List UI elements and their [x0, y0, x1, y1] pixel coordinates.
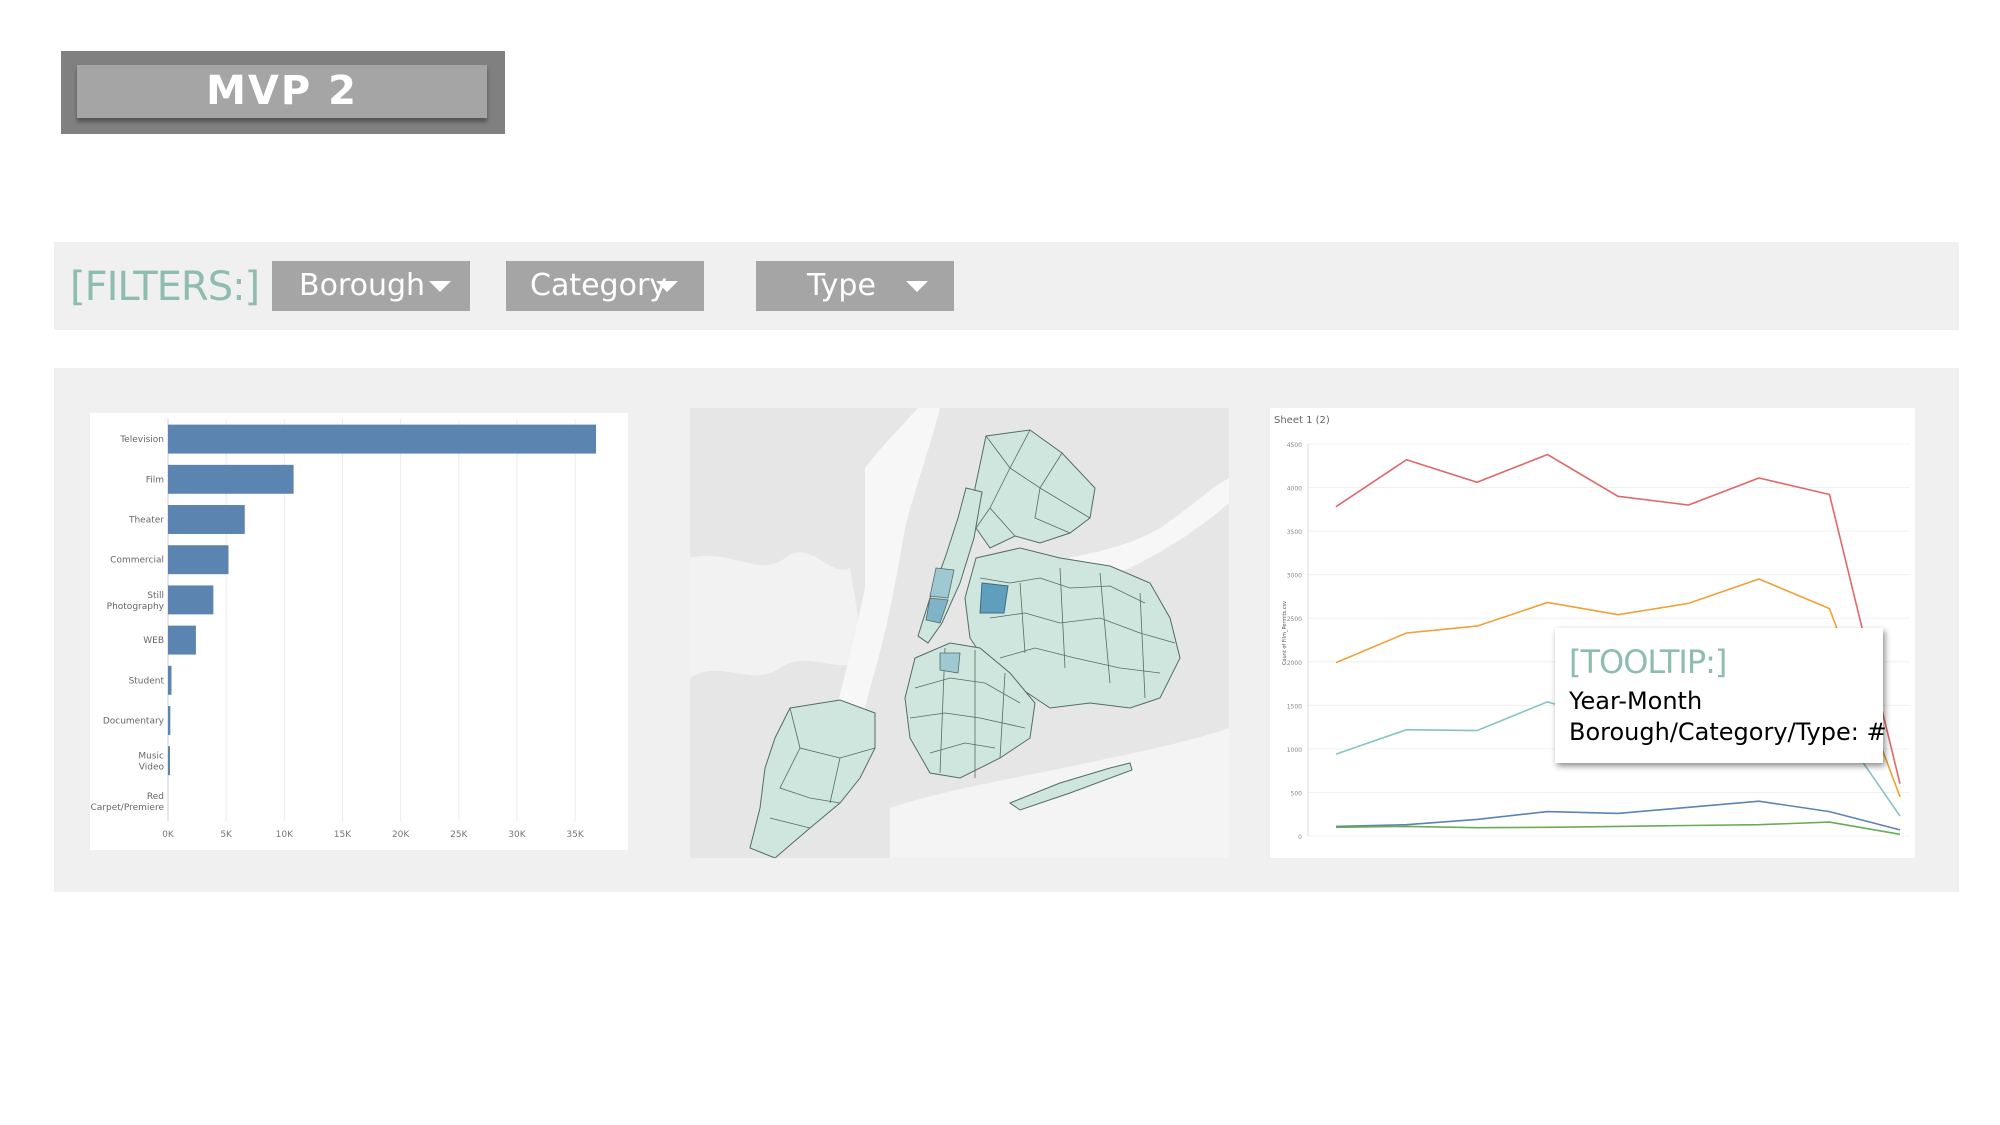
nyc-map — [690, 408, 1229, 859]
chevron-down-icon — [429, 281, 451, 292]
bar-x-tick-label: 5K — [220, 830, 233, 840]
bar-television — [168, 424, 597, 454]
line-y-tick-label: 1500 — [1287, 703, 1302, 710]
type-dropdown[interactable]: Type — [756, 261, 954, 311]
category-dropdown[interactable]: Category — [506, 261, 704, 311]
bar-category-label: Theater — [128, 516, 164, 526]
line-y-tick-label: 4000 — [1287, 486, 1302, 493]
bar-category-label: Film — [146, 475, 164, 485]
bar-film — [168, 464, 294, 494]
chevron-down-icon — [906, 281, 928, 292]
line-y-tick-label: 2000 — [1287, 660, 1302, 667]
bar-x-tick-label: 30K — [508, 830, 526, 840]
type-dropdown-label: Type — [807, 268, 876, 303]
bar-category-label: Television — [119, 435, 164, 445]
bar-x-tick-label: 0K — [162, 830, 175, 840]
line-y-tick-label: 3000 — [1287, 573, 1302, 580]
bar-category-label: Music Video — [138, 752, 164, 773]
line-y-tick-label: 2500 — [1287, 616, 1302, 623]
line-chart-title: Sheet 1 (2) — [1274, 415, 1330, 426]
bar-theater — [168, 505, 245, 534]
borough-dropdown[interactable]: Borough — [272, 261, 470, 311]
bar-category-label: Documentary — [103, 717, 165, 727]
tooltip-line-year-month: Year-Month — [1569, 687, 1703, 715]
bar-still-photography — [168, 585, 214, 615]
bar-category-label: Commercial — [110, 556, 164, 566]
bar-music-video — [168, 746, 170, 776]
bar-category-label: Still Photography — [107, 591, 165, 612]
bar-x-tick-label: 20K — [392, 830, 410, 840]
bar-category-label: Student — [129, 676, 165, 686]
map-water-area — [690, 552, 865, 678]
nyc-map-card[interactable] — [690, 408, 1229, 859]
bar-x-tick-label: 35K — [566, 830, 584, 840]
category-dropdown-label: Category — [530, 268, 668, 303]
map-region-highlighted[interactable] — [979, 582, 1009, 614]
page-title: MVP 2 — [77, 65, 487, 118]
bar-chart-card[interactable]: 0K 5K 10K 15K 20K 25K 30K 35K Television Film Thea… — [90, 413, 628, 850]
line-y-tick-label: 0 — [1298, 834, 1302, 841]
bar-x-tick-label: 15K — [334, 830, 352, 840]
map-region-downtown-brooklyn[interactable] — [939, 652, 961, 674]
chevron-down-icon — [656, 281, 678, 292]
tooltip-box: [TOOLTIP:] Year-Month Borough/Category/T… — [1555, 628, 1887, 763]
line-series-4 — [1335, 800, 1901, 831]
line-chart-ylabel: Count of Film_Permits.csv — [1282, 601, 1288, 665]
line-y-tick-label: 4500 — [1287, 442, 1302, 449]
bar-category-label: WEB — [143, 636, 164, 646]
filters-label: [FILTERS:] — [70, 264, 260, 310]
bar-x-tick-label: 10K — [276, 830, 294, 840]
bar-x-tick-label: 25K — [450, 830, 468, 840]
borough-dropdown-label: Borough — [299, 268, 426, 303]
tooltip-line-dimensions: Borough/Category/Type: # — [1569, 718, 1887, 746]
bar-web — [168, 625, 196, 655]
line-y-tick-label: 500 — [1291, 790, 1303, 797]
line-y-tick-label: 1000 — [1287, 747, 1302, 754]
bar-student — [168, 665, 172, 695]
line-y-tick-label: 3500 — [1287, 529, 1302, 536]
bar-documentary — [168, 706, 171, 735]
tooltip-heading: [TOOLTIP:] — [1569, 643, 1727, 681]
bar-category-label: Red Carpet/Premiere — [91, 792, 165, 813]
bar-commercial — [168, 545, 229, 575]
bar-chart: 0K 5K 10K 15K 20K 25K 30K 35K Television Film Thea… — [91, 419, 597, 840]
